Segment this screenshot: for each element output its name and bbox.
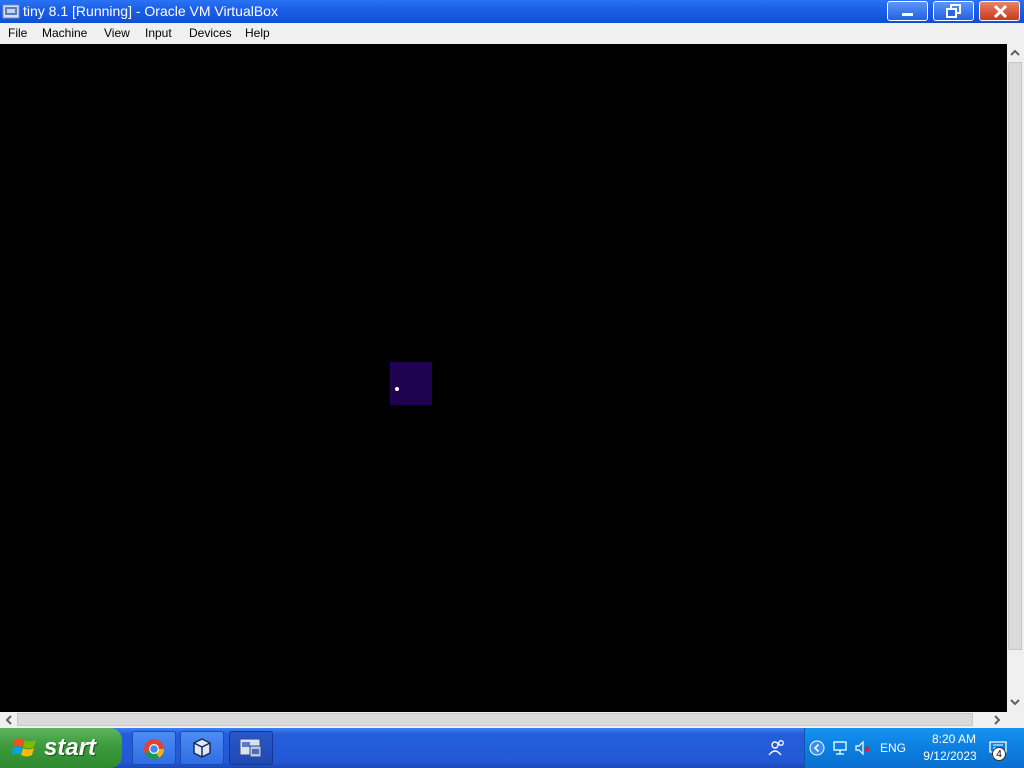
scroll-left-icon[interactable] [2,713,16,727]
notification-count-badge: 4 [992,747,1006,761]
taskbar: start ENG 8:20 AM 9/12/2023 [0,728,1024,768]
mouse-cursor [395,387,399,391]
start-label: start [44,734,97,761]
menu-machine[interactable]: Machine [42,26,87,41]
vm-display[interactable] [0,44,1007,712]
vm-screen-square [390,362,432,405]
scroll-right-icon[interactable] [990,713,1004,727]
windows-logo-icon [12,738,36,757]
start-button[interactable]: start [0,728,122,768]
close-button[interactable] [979,1,1020,21]
taskbar-vm-window[interactable] [229,731,273,765]
taskbar-chrome[interactable] [132,731,176,765]
clock-time[interactable]: 8:20 AM [921,732,987,747]
vertical-scroll-thumb[interactable] [1008,62,1022,650]
restore-button[interactable] [933,1,974,21]
virtualbox-icon [193,738,211,758]
menu-bar: File Machine View Input Devices Help [0,23,1024,44]
menu-input[interactable]: Input [145,26,172,41]
volume-muted-icon[interactable] [854,740,872,756]
system-tray: ENG 8:20 AM 9/12/2023 [804,728,1024,768]
vm-window-icon [239,738,262,758]
menu-file[interactable]: File [8,26,27,41]
minimize-button[interactable] [887,1,928,21]
clock-date[interactable]: 9/12/2023 [913,749,987,764]
taskbar-virtualbox[interactable] [180,731,224,765]
window-title: tiny 8.1 [Running] - Oracle VM VirtualBo… [23,3,278,19]
vertical-scrollbar[interactable] [1007,44,1024,712]
menu-help[interactable]: Help [245,26,270,41]
people-icon[interactable] [768,739,786,757]
scroll-down-icon[interactable] [1008,695,1022,709]
menu-devices[interactable]: Devices [189,26,232,41]
network-icon[interactable] [831,740,849,756]
scrollbar-corner [1007,712,1024,728]
scroll-up-icon[interactable] [1008,46,1022,60]
chrome-icon [144,739,164,759]
virtualbox-app-icon[interactable] [2,3,20,20]
language-indicator[interactable]: ENG [880,741,906,755]
title-bar[interactable]: tiny 8.1 [Running] - Oracle VM VirtualBo… [0,0,1024,23]
horizontal-scroll-thumb[interactable] [17,713,973,726]
horizontal-scrollbar[interactable] [0,712,1007,728]
menu-view[interactable]: View [104,26,130,41]
show-hidden-icons-icon[interactable] [809,740,825,756]
